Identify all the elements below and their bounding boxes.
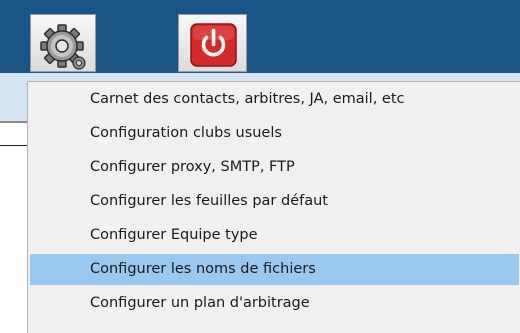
- gear-icon: [40, 24, 86, 70]
- menu-item-team-template[interactable]: Configurer Equipe type: [30, 220, 519, 251]
- divider: [0, 145, 27, 146]
- menu-item-file-names[interactable]: Configurer les noms de fichiers: [30, 254, 519, 285]
- menu-item-default-sheets[interactable]: Configurer les feuilles par défaut: [30, 186, 519, 217]
- menu-item-clubs[interactable]: Configuration clubs usuels: [30, 118, 519, 149]
- menu-item-refereeing-plan[interactable]: Configurer un plan d'arbitrage: [30, 288, 519, 319]
- settings-button[interactable]: [30, 14, 96, 72]
- top-toolbar: [0, 0, 520, 73]
- power-button[interactable]: [178, 14, 247, 72]
- menu-item-contacts[interactable]: Carnet des contacts, arbitres, JA, email…: [30, 84, 519, 115]
- power-icon: [190, 23, 237, 67]
- settings-dropdown-menu: Carnet des contacts, arbitres, JA, email…: [27, 81, 520, 333]
- menu-item-proxy-smtp-ftp[interactable]: Configurer proxy, SMTP, FTP: [30, 152, 519, 183]
